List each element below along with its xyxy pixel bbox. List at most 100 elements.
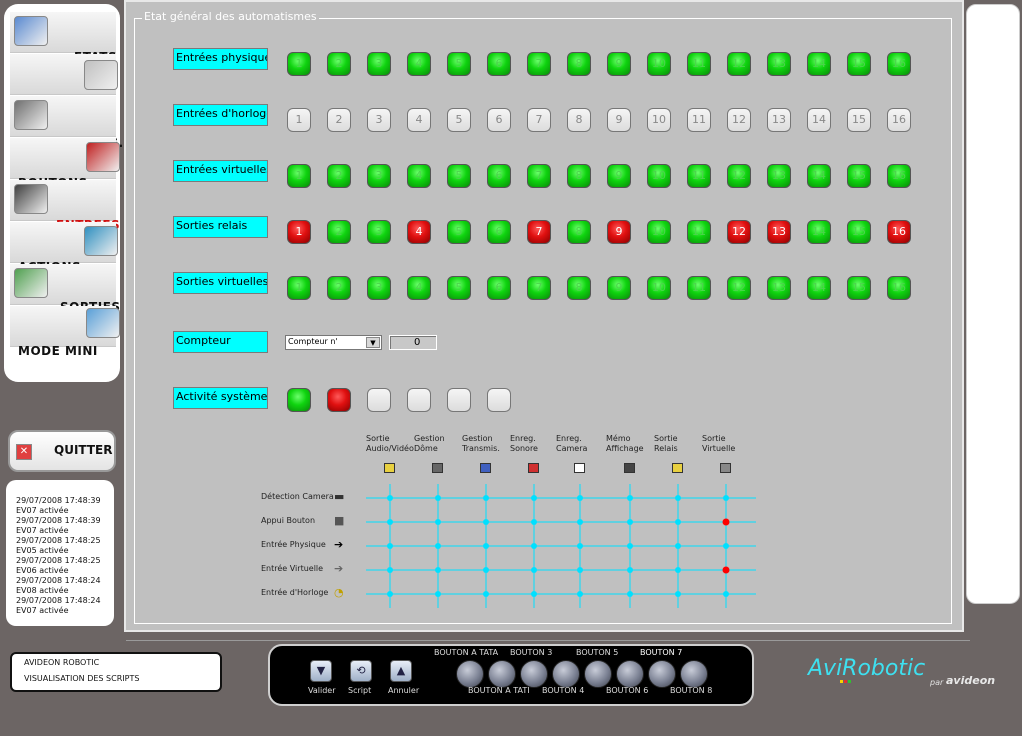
status-led: 16 — [887, 164, 911, 188]
quit-label: QUITTER — [54, 443, 113, 457]
status-led: 7 — [527, 220, 551, 244]
matrix-node[interactable] — [531, 567, 537, 573]
scene-button[interactable] — [680, 660, 708, 688]
matrix-node[interactable] — [577, 519, 583, 525]
matrix-node[interactable] — [531, 495, 537, 501]
sidebar-item-sorties[interactable]: SORTIES — [10, 264, 120, 314]
matrix-node[interactable] — [387, 591, 393, 597]
matrix-column-line1: Mémo — [606, 434, 631, 443]
status-led: 15 — [847, 220, 871, 244]
status-led: 3 — [367, 164, 391, 188]
matrix-column-header: Gestion Transmis. — [462, 434, 500, 454]
scene-button-label: BOUTON 5 — [576, 648, 619, 657]
status-led: 6 — [487, 108, 511, 132]
row-label: Entrées d'horloges — [173, 104, 268, 126]
sidebar-item-boutons[interactable]: BOUTONS — [10, 138, 120, 190]
matrix-node[interactable] — [387, 567, 393, 573]
matrix-node[interactable] — [675, 591, 681, 597]
scene-button[interactable] — [584, 660, 612, 688]
matrix-node[interactable] — [577, 567, 583, 573]
matrix-node-active[interactable] — [722, 566, 730, 574]
status-led: 4 — [407, 276, 431, 300]
counter-value-field[interactable]: 0 — [389, 335, 437, 350]
matrix-node[interactable] — [577, 591, 583, 597]
matrix-node[interactable] — [723, 591, 729, 597]
matrix-node[interactable] — [435, 543, 441, 549]
status-led: 12 — [727, 108, 751, 132]
scene-button[interactable] — [456, 660, 484, 688]
matrix-node[interactable] — [627, 519, 633, 525]
brand-sub: par — [930, 678, 944, 687]
scene-button[interactable] — [552, 660, 580, 688]
matrix-column-line2: Relais — [654, 444, 678, 453]
matrix-node[interactable] — [483, 591, 489, 597]
counter-select[interactable]: Compteur n' ▼ — [285, 335, 382, 350]
matrix-node[interactable] — [627, 591, 633, 597]
sidebar-item-etats[interactable]: ETATS — [10, 12, 117, 64]
matrix-node[interactable] — [483, 567, 489, 573]
matrix-node[interactable] — [435, 591, 441, 597]
matrix-node[interactable] — [577, 543, 583, 549]
matrix-node[interactable] — [531, 519, 537, 525]
matrix-node[interactable] — [387, 543, 393, 549]
matrix-node[interactable] — [675, 543, 681, 549]
matrix-node[interactable] — [627, 567, 633, 573]
matrix-node[interactable] — [435, 519, 441, 525]
calendar-icon — [84, 60, 118, 90]
scene-button[interactable] — [520, 660, 548, 688]
refresh-icon[interactable]: ⟲ — [350, 660, 372, 682]
return-arrow-icon — [86, 308, 120, 338]
status-led: 5 — [447, 220, 471, 244]
status-led: 15 — [847, 108, 871, 132]
matrix-node[interactable] — [483, 543, 489, 549]
action-label: Valider — [308, 686, 336, 695]
matrix-row-label: Entrée Physique — [261, 540, 326, 549]
up-arrow-icon[interactable]: ▲ — [390, 660, 412, 682]
matrix-node[interactable] — [483, 519, 489, 525]
matrix-node[interactable] — [435, 495, 441, 501]
matrix-node-active[interactable] — [722, 518, 730, 526]
scene-button-label: BOUTON 7 — [640, 648, 683, 657]
matrix-node[interactable] — [675, 519, 681, 525]
camera-record-icon — [574, 463, 585, 473]
sidebar-item-config[interactable]: CONFIG. — [10, 96, 123, 150]
quit-button[interactable]: ✕ QUITTER — [8, 430, 116, 472]
sidebar-item-historique[interactable]: HISTORIQUE — [10, 54, 118, 108]
sound-record-icon — [528, 463, 539, 473]
button-square-icon: ■ — [334, 514, 345, 527]
status-led: 16 — [887, 108, 911, 132]
clock-icon: ◔ — [334, 586, 344, 599]
status-led — [367, 388, 391, 412]
matrix-node[interactable] — [723, 495, 729, 501]
matrix-node[interactable] — [723, 543, 729, 549]
status-led: 2 — [327, 108, 351, 132]
matrix-column-header: Sortie Audio/Vidéo — [366, 434, 414, 454]
scene-button[interactable] — [648, 660, 676, 688]
sidebar-item-actions[interactable]: ACTIONS — [10, 222, 118, 274]
hand-button-icon — [86, 142, 120, 172]
matrix-column-line2: Dôme — [414, 444, 438, 453]
matrix-node[interactable] — [531, 591, 537, 597]
chevron-down-icon[interactable]: ▼ — [366, 337, 380, 348]
sidebar-item-entrees[interactable]: ENTREES — [10, 180, 120, 232]
matrix-node[interactable] — [387, 519, 393, 525]
matrix-node[interactable] — [627, 495, 633, 501]
status-led: 1 — [287, 276, 311, 300]
matrix-node[interactable] — [627, 543, 633, 549]
matrix-node[interactable] — [435, 567, 441, 573]
sidebar-item-mode-mini[interactable]: MODE MINI — [10, 306, 120, 358]
sidebar: ETATSHISTORIQUECONFIG.BOUTONSENTREESACTI… — [4, 4, 123, 382]
matrix-node[interactable] — [675, 495, 681, 501]
matrix-column-header: Sortie Virtuelle — [702, 434, 735, 454]
status-led: 1 — [287, 220, 311, 244]
status-led: 5 — [447, 52, 471, 76]
matrix-node[interactable] — [577, 495, 583, 501]
scene-button[interactable] — [488, 660, 516, 688]
down-arrow-icon[interactable]: ▼ — [310, 660, 332, 682]
matrix-node[interactable] — [483, 495, 489, 501]
scene-button-label: BOUTON 3 — [510, 648, 553, 657]
matrix-node[interactable] — [675, 567, 681, 573]
scene-button[interactable] — [616, 660, 644, 688]
matrix-node[interactable] — [531, 543, 537, 549]
matrix-node[interactable] — [387, 495, 393, 501]
